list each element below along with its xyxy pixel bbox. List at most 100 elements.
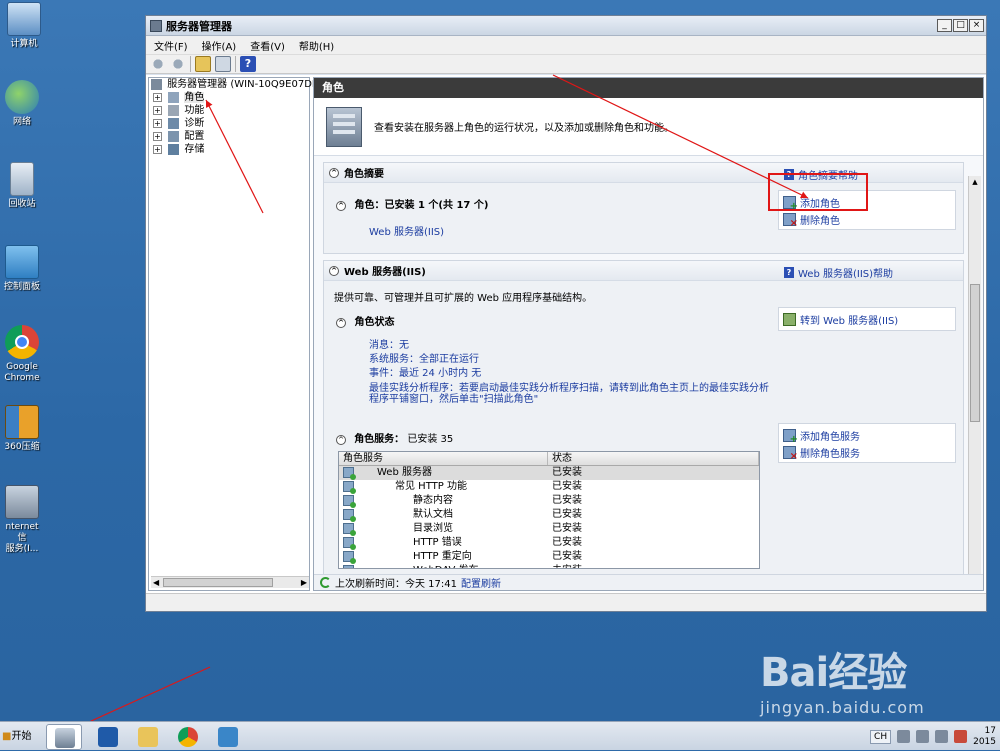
scrollbar-thumb[interactable] [163,578,273,587]
roles-count-row[interactable]: ^ 角色：已安装 1 个(共 17 个) [336,196,488,211]
remove-role-button[interactable]: 删除角色 [783,211,951,229]
menu-view[interactable]: 查看(V) [250,38,285,53]
desktop-icon-computer[interactable]: 计算机 [2,2,46,50]
desktop-icon-recycle-bin[interactable]: 回收站 [0,162,44,210]
status-messages[interactable]: 消息：无 [369,339,409,353]
annotation-highlight-box [768,173,868,211]
tree-item-storage[interactable]: + 存储 [149,143,309,156]
minimize-button[interactable]: _ [937,19,952,32]
desktop-icon-360zip[interactable]: 360压缩 [0,405,44,453]
table-row[interactable]: HTTP 错误 已安装 [339,536,759,550]
status-bpa[interactable]: 最佳实践分析程序：若要启动最佳实践分析程序扫描，请转到此角色主页上的最佳实践分析… [369,383,769,405]
collapse-icon[interactable]: ^ [336,201,346,211]
installed-status-icon [343,537,356,550]
taskbar-powershell[interactable] [90,724,126,750]
installed-role-link[interactable]: Web 服务器(IIS) [369,223,444,238]
role-status-row[interactable]: ^ 角色状态 [336,313,394,328]
role-service-status: 已安装 [552,481,582,492]
expand-icon[interactable]: + [153,105,162,115]
tree-item-features[interactable]: + 功能 [149,104,309,117]
tree-item-diagnostics[interactable]: + 诊断 [149,117,309,130]
expand-icon[interactable]: + [153,144,162,154]
help-icon[interactable]: ? [240,56,256,72]
forward-icon[interactable] [170,56,186,72]
role-services-row[interactable]: ^ 角色服务： 已安装 35 [336,430,453,445]
add-role-service-button[interactable]: 添加角色服务 [783,427,951,445]
collapse-icon[interactable]: ^ [336,318,346,328]
expand-icon[interactable]: + [153,92,162,102]
role-service-status: 已安装 [552,523,582,534]
desktop-icon-control-panel[interactable]: 控制面板 [0,245,44,293]
scroll-up-icon[interactable]: ▲ [970,177,980,188]
scroll-left-icon[interactable]: ◀ [153,578,159,587]
flag-icon[interactable] [916,730,930,743]
expand-icon[interactable]: + [153,131,162,141]
close-button[interactable]: × [969,19,984,32]
taskbar-explorer[interactable] [130,724,166,750]
volume-muted-icon[interactable] [954,730,968,743]
table-row[interactable]: 静态内容 已安装 [339,494,759,508]
section-title: 角色摘要 [344,169,384,180]
menu-action[interactable]: 操作(A) [202,38,237,53]
column-header-service[interactable]: 角色服务 [339,452,548,465]
table-row[interactable]: Web 服务器 已安装 [339,466,759,480]
network-tray-icon[interactable] [935,730,949,743]
desktop-icon-iis[interactable]: nternet 信 服务(I... [0,485,44,555]
link-label: 转到 Web 服务器(IIS) [800,316,899,327]
taskbar-control-panel[interactable] [210,724,246,750]
table-row[interactable]: 目录浏览 已安装 [339,522,759,536]
toolbar-separator [190,56,191,72]
keyboard-icon[interactable] [897,730,911,743]
refresh-bar: 上次刷新时间：今天 17:41 配置刷新 [314,574,983,590]
intro-text: 查看安装在服务器上角色的运行状况，以及添加或删除角色和功能。 [374,123,674,134]
goto-web-server-link[interactable]: 转到 Web 服务器(IIS) [783,311,951,328]
baidu-watermark: Bai经验 jingyan.baidu.com [760,640,960,717]
desktop-icon-network[interactable]: 网络 [0,80,44,128]
status-events[interactable]: 事件：最近 24 小时内 无 [369,367,481,381]
add-role-service-icon [783,429,798,445]
menu-file[interactable]: 文件(F) [154,38,188,53]
role-service-name: 默认文档 [413,509,453,520]
table-row[interactable]: HTTP 重定向 已安装 [339,550,759,564]
expand-icon[interactable]: + [153,118,162,128]
tree-item-roles[interactable]: + 角色 [149,91,309,104]
collapse-icon[interactable]: ^ [336,435,346,445]
clock[interactable]: 17 2015 [973,726,996,748]
taskbar-server-manager[interactable] [46,724,82,750]
title-bar[interactable]: 服务器管理器 _ □ × [146,16,986,36]
menu-help[interactable]: 帮助(H) [299,38,334,53]
main-vertical-scrollbar[interactable]: ▲ ▼ [968,176,981,590]
web-server-help-link[interactable]: ? Web 服务器(IIS)帮助 [784,265,893,280]
up-folder-icon[interactable] [195,56,211,72]
language-indicator[interactable]: CH [870,729,892,744]
desktop-icon-chrome[interactable]: Google Chrome [0,325,44,384]
bpa-line-2: 程序平铺窗口，然后单击"扫描此角色" [369,394,539,405]
back-icon[interactable] [150,56,166,72]
role-service-name: WebDAV 发布 [413,564,479,568]
column-header-status[interactable]: 状态 [548,452,759,465]
table-row[interactable]: WebDAV 发布 未安装 [339,564,759,568]
desktop-icon-label: 控制面板 [3,282,40,292]
table-row[interactable]: 常见 HTTP 功能 已安装 [339,480,759,494]
tree-item-label: 配置 [184,131,205,142]
taskbar: ■开始 CH 17 2015 [0,721,1000,750]
link-label: Web 服务器(IIS)帮助 [798,269,894,280]
roles-large-icon [326,106,362,147]
installed-status-icon [343,565,354,568]
maximize-button[interactable]: □ [953,19,968,32]
collapse-icon[interactable]: ^ [329,167,339,178]
tree-root[interactable]: 服务器管理器 (WIN-10Q9E07DE7 [149,78,325,91]
role-services-table[interactable]: 角色服务 状态 Web 服务器 已安装 常见 HTTP 功能 已安装 静态内容 已安装 默认… [338,451,760,569]
tree-item-configuration[interactable]: + 配置 [149,130,309,143]
scroll-right-icon[interactable]: ▶ [301,578,307,587]
status-system-services[interactable]: 系统服务：全部正在运行 [369,353,479,367]
start-button[interactable]: ■开始 [0,725,34,748]
collapse-icon[interactable]: ^ [329,265,339,276]
tree-horizontal-scrollbar[interactable]: ◀ ▶ [151,576,309,588]
remove-role-service-button[interactable]: 删除角色服务 [783,444,951,462]
scrollbar-thumb[interactable] [970,284,980,422]
taskbar-chrome[interactable] [170,724,206,750]
table-row[interactable]: 默认文档 已安装 [339,508,759,522]
show-hide-tree-icon[interactable] [215,56,231,72]
configure-refresh-link[interactable]: 配置刷新 [461,575,501,590]
